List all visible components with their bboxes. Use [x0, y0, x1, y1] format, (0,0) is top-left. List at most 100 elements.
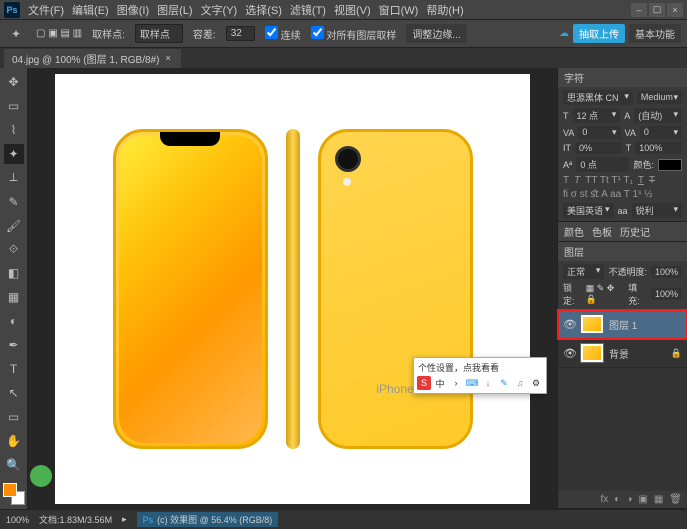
layer-thumbnail[interactable] [580, 314, 604, 334]
text-pct-input[interactable]: 100% [635, 142, 682, 154]
layers-tab[interactable]: 图层 [564, 244, 584, 259]
ime-kbd-icon[interactable]: ⌨ [465, 376, 479, 390]
group-button[interactable]: ▣ [638, 494, 647, 505]
menu-select[interactable]: 选择(S) [245, 2, 282, 18]
green-badge-icon[interactable] [30, 465, 52, 487]
font-family-dropdown[interactable]: 思源黑体 CN▾ [563, 90, 633, 105]
all-layers-checkbox[interactable]: 对所有图层取样 [311, 26, 397, 42]
selection-mode-icons[interactable]: ▢ ▣ ▤ ▥ [36, 28, 82, 39]
path-tool[interactable]: ↖ [4, 383, 24, 403]
lock-icon: 🔒 [671, 348, 682, 359]
character-tab[interactable]: 字符 [564, 70, 584, 85]
kerning-input[interactable]: 0▾ [578, 126, 620, 139]
secondary-doc-tab[interactable]: Ps(c) 效果图 @ 56.4% (RGB/8) [137, 512, 279, 527]
leading-input[interactable]: (自动)▾ [634, 108, 682, 123]
baseline-input[interactable]: 0 点 [576, 157, 629, 172]
shape-tool[interactable]: ▭ [4, 407, 24, 427]
adjustment-button[interactable]: ◑ [626, 494, 632, 505]
lasso-tool[interactable]: ⌇ [4, 120, 24, 140]
font-size-input[interactable]: 12 点▾ [573, 108, 621, 123]
wand-tool[interactable]: ✦ [4, 144, 24, 164]
upload-button[interactable]: 抽取上传 [573, 24, 625, 43]
brush-tool[interactable]: 🖌 [4, 216, 24, 236]
color-swatch[interactable] [3, 483, 25, 505]
menu-edit[interactable]: 编辑(E) [72, 2, 109, 18]
phone-back-image: iPhone [318, 129, 473, 449]
ime-s-icon[interactable]: S [417, 376, 431, 390]
menu-help[interactable]: 帮助(H) [426, 2, 463, 18]
ime-music-icon[interactable]: ♫ [513, 376, 527, 390]
close-button[interactable]: × [667, 3, 683, 17]
visibility-icon[interactable]: 👁 [563, 347, 575, 360]
menu-filter[interactable]: 滤镜(T) [290, 2, 326, 18]
marquee-tool[interactable]: ▭ [4, 96, 24, 116]
lock-buttons[interactable]: ▦ ✎ ✥ 🔒 [586, 283, 625, 305]
fill-input[interactable]: 100% [651, 288, 682, 300]
swatches-tab[interactable]: 色板 [592, 224, 612, 239]
opacity-input[interactable]: 100% [651, 266, 682, 278]
refine-edge-button[interactable]: 调整边缘... [406, 24, 466, 43]
new-layer-button[interactable]: ▦ [654, 494, 663, 505]
antialias-dropdown[interactable]: 锐利▾ [632, 203, 683, 218]
contiguous-checkbox[interactable]: 连续 [265, 26, 301, 42]
ime-arrow-icon[interactable]: › [449, 376, 463, 390]
color-tab[interactable]: 颜色 [564, 224, 584, 239]
document-tabbar: 04.jpg @ 100% (图层 1, RGB/8#) × [0, 48, 687, 68]
opentype-buttons[interactable]: fi σ st ﬆ A aa T 1ˢ ½ [563, 189, 682, 200]
text-color-swatch[interactable] [658, 159, 682, 171]
close-tab-icon[interactable]: × [165, 53, 170, 63]
tracking-input[interactable]: 0▾ [640, 126, 682, 139]
ps-logo: Ps [4, 2, 20, 18]
eraser-tool[interactable]: ◧ [4, 264, 24, 284]
phone-side-image [286, 129, 300, 449]
menu-layer[interactable]: 图层(L) [157, 2, 192, 18]
hand-tool[interactable]: ✋ [4, 431, 24, 451]
type-tool[interactable]: T [4, 359, 24, 379]
minimize-button[interactable]: – [631, 3, 647, 17]
zoom-tool[interactable]: 🔍 [4, 455, 24, 475]
layer-thumbnail[interactable] [580, 343, 604, 363]
pen-tool[interactable]: ✒ [4, 335, 24, 355]
blend-mode-dropdown[interactable]: 正常▾ [563, 264, 604, 279]
layer-name[interactable]: 图层 1 [609, 317, 682, 332]
layer-list: 👁 图层 1 👁 背景 🔒 [558, 310, 687, 491]
zoom-level[interactable]: 100% [6, 515, 29, 525]
menu-file[interactable]: 文件(F) [28, 2, 64, 18]
stamp-tool[interactable]: ⟐ [4, 240, 24, 260]
layer-name[interactable]: 背景 [609, 346, 666, 361]
delete-layer-button[interactable]: 🗑 [669, 494, 682, 505]
menu-window[interactable]: 窗口(W) [379, 2, 419, 18]
eyedropper-tool[interactable]: ✎ [4, 192, 24, 212]
menu-type[interactable]: 文字(Y) [201, 2, 238, 18]
move-tool[interactable]: ✥ [4, 72, 24, 92]
maximize-button[interactable]: ▢ [649, 3, 665, 17]
ime-gear-icon[interactable]: ⚙ [529, 376, 543, 390]
layer-row[interactable]: 👁 背景 🔒 [558, 339, 687, 368]
document-tab[interactable]: 04.jpg @ 100% (图层 1, RGB/8#) × [4, 49, 181, 68]
history-tab[interactable]: 历史记 [620, 224, 650, 239]
menu-view[interactable]: 视图(V) [334, 2, 371, 18]
menu-image[interactable]: 图像(I) [117, 2, 149, 18]
ime-popup[interactable]: 个性设置，点我看看 S 中 › ⌨ ↓ ✎ ♫ ⚙ [413, 357, 547, 394]
doc-info[interactable]: 文档:1.83M/3.56M [39, 513, 112, 526]
text-style-buttons[interactable]: T T TT Tt T¹ T₁ T T [563, 175, 682, 186]
gradient-tool[interactable]: ▦ [4, 287, 24, 307]
blur-tool[interactable]: ◐ [4, 311, 24, 331]
font-weight-dropdown[interactable]: Medium▾ [637, 91, 682, 104]
visibility-icon[interactable]: 👁 [563, 318, 575, 331]
fx-button[interactable]: fx [601, 494, 609, 505]
layer-row[interactable]: 👁 图层 1 [558, 310, 687, 339]
ime-down-icon[interactable]: ↓ [481, 376, 495, 390]
cloud-icon[interactable]: ☁ [559, 28, 569, 39]
crop-tool[interactable]: ⟂ [4, 168, 24, 188]
canvas-viewport[interactable]: iPhone [28, 68, 557, 509]
vscale-input[interactable]: 0% [575, 142, 622, 154]
tolerance-input[interactable]: 32 [226, 26, 255, 41]
language-dropdown[interactable]: 美国英语▾ [563, 203, 614, 218]
sample-dropdown[interactable]: 取样点 [135, 24, 183, 43]
ime-pen-icon[interactable]: ✎ [497, 376, 511, 390]
mask-button[interactable]: ◐ [614, 494, 620, 505]
canvas[interactable]: iPhone [55, 74, 530, 504]
workspace-dropdown[interactable]: 基本功能 [629, 24, 681, 43]
ime-lang-icon[interactable]: 中 [433, 376, 447, 390]
